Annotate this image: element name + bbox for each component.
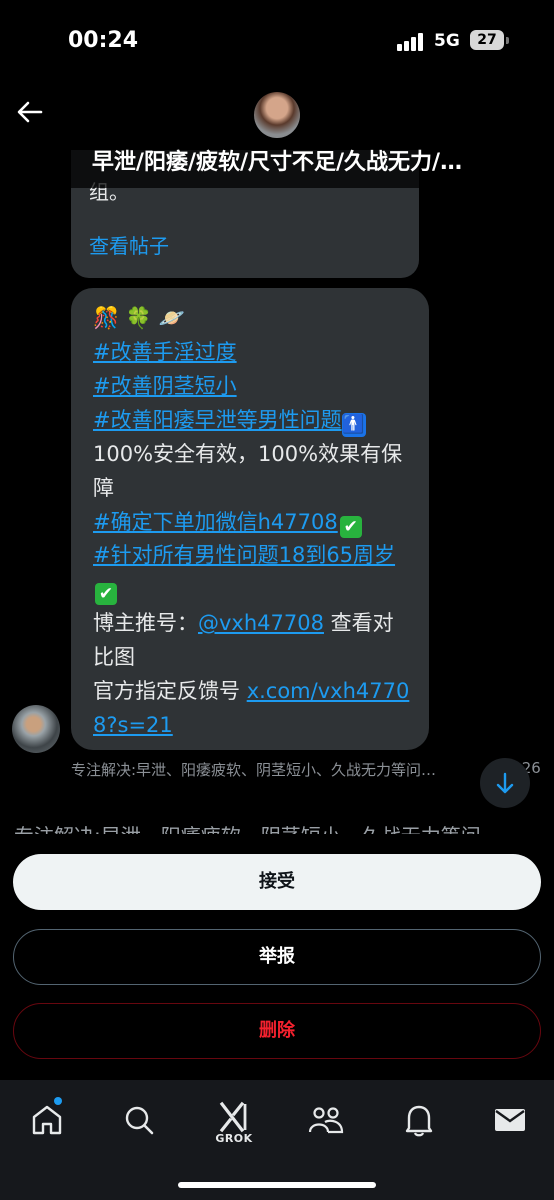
battery-tip	[506, 37, 509, 44]
tab-home[interactable]	[27, 1100, 67, 1140]
home-icon	[32, 1105, 62, 1135]
hashtag-link[interactable]: #确定下单加微信h47708	[93, 510, 338, 534]
mention-link[interactable]: @vxh47708	[198, 611, 324, 635]
home-indicator	[178, 1182, 376, 1188]
check-emoji-icon: ✔	[339, 515, 362, 538]
hashtag-link[interactable]: #针对所有男性问题18到65周岁	[93, 543, 395, 567]
tab-messages[interactable]	[490, 1100, 530, 1140]
message-line: 100%安全有效，100%效果有保障	[93, 441, 403, 500]
header-avatar[interactable]	[254, 92, 300, 138]
tab-grok[interactable]: GROK	[212, 1100, 256, 1145]
bottom-tab-bar: GROK	[0, 1080, 554, 1200]
message-bubble[interactable]: 🎊 🍀 🪐 #改善手淫过度 #改善阴茎短小 #改善阳痿早泄等男性问题🚹 100%…	[71, 288, 429, 750]
tab-notifications[interactable]	[399, 1100, 439, 1140]
tab-search[interactable]	[119, 1100, 159, 1140]
grok-label: GROK	[215, 1132, 253, 1145]
sender-label: 专注解决:早泄、阳痿疲软、阴茎短小、久战无力等问…	[71, 761, 437, 779]
tab-communities[interactable]	[306, 1100, 346, 1140]
conversation-title[interactable]: 早泄/阳痿/疲软/尺寸不足/久战无力/…	[0, 144, 554, 176]
report-button[interactable]: 举报	[13, 929, 541, 985]
person-emoji-icon: 🚹	[341, 412, 366, 437]
arrow-down-icon	[496, 772, 514, 794]
emoji-row: 🎊 🍀 🪐	[93, 306, 185, 330]
hashtag-link[interactable]: #改善阳痿早泄等男性问题	[93, 408, 342, 432]
scroll-down-button[interactable]	[480, 758, 530, 808]
arrow-left-icon	[17, 101, 43, 123]
status-time: 00:24	[68, 28, 139, 53]
battery-icon: 27	[470, 30, 504, 50]
grok-icon	[219, 1101, 247, 1133]
delete-button[interactable]: 删除	[13, 1003, 541, 1059]
notification-dot	[54, 1097, 62, 1105]
message-request-actions: 接受 举报 删除	[0, 834, 554, 1080]
communities-icon	[308, 1107, 344, 1134]
signal-icon	[397, 33, 425, 51]
accept-button[interactable]: 接受	[13, 854, 541, 910]
message-line-prefix: 博主推号：	[93, 611, 198, 636]
search-icon	[125, 1106, 154, 1135]
sender-avatar[interactable]	[12, 705, 60, 753]
check-emoji-icon: ✔	[95, 583, 117, 606]
conversation-header: 早泄/阳痿/疲软/尺寸不足/久战无力/…	[0, 84, 554, 188]
message-text: 🎊 🍀 🪐 #改善手淫过度 #改善阴茎短小 #改善阳痿早泄等男性问题🚹 100%…	[93, 302, 413, 743]
hashtag-link[interactable]: #改善阴茎短小	[93, 374, 237, 398]
message-line-prefix: 官方指定反馈号	[93, 679, 247, 704]
view-post-link[interactable]: 查看帖子	[89, 230, 169, 259]
status-bar: 00:24 5G 27	[0, 0, 554, 84]
hashtag-link[interactable]: #改善手淫过度	[93, 340, 237, 364]
mail-icon	[495, 1109, 525, 1131]
bell-icon	[405, 1105, 433, 1137]
network-label: 5G	[434, 31, 460, 51]
back-button[interactable]	[14, 96, 46, 128]
